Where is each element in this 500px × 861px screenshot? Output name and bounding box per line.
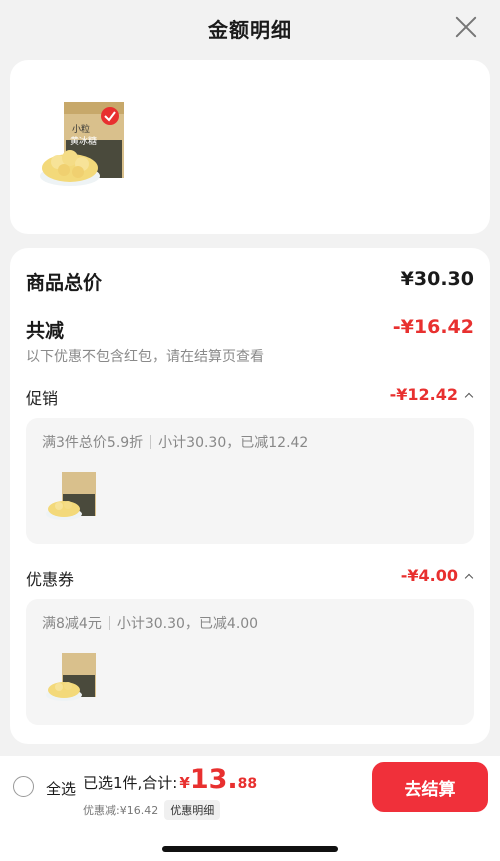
amount-detail-card: 商品总价 ¥30.30 共减 -¥16.42 以下优惠不包含红包，请在结算页查看… — [10, 248, 490, 744]
discount-text: 优惠减:¥16.42 — [83, 804, 159, 817]
product-card: 小粒 黄冰糖 ¥4.62 x3 — [10, 60, 490, 271]
promo-label: 促销 — [26, 389, 59, 408]
chevron-up-icon — [464, 573, 474, 582]
total-amount: 13. — [189, 764, 238, 795]
product-image: 小粒 黄冰糖 — [40, 102, 124, 186]
discount-detail-button[interactable]: 优惠明细 — [164, 800, 221, 820]
reduce-label: 共减 — [26, 320, 65, 342]
coupon-detail-text: 小计30.30，已减4.00 — [116, 616, 259, 632]
coupon-product-thumbnail — [46, 653, 96, 701]
checkout-button[interactable]: 去结算 — [372, 762, 488, 812]
modal-title: 金额明细 — [208, 17, 292, 42]
checkout-bar: 全选 已选1件,合计: ¥ 13. 88 优惠减:¥16.42 优惠明细 去结算 — [0, 756, 500, 861]
pack-text-line2: 黄冰糖 — [70, 135, 97, 147]
discount-summary: 优惠减:¥16.42 优惠明细 — [83, 800, 221, 820]
promo-toggle[interactable]: -¥12.42 — [389, 385, 474, 404]
selected-text: 已选1件,合计: — [83, 774, 178, 792]
promo-rule: 满3件总价5.9折 — [42, 435, 144, 451]
promo-detail: 满3件总价5.9折 小计30.30，已减12.42 — [26, 418, 474, 544]
select-all-radio[interactable] — [13, 776, 34, 797]
coupon-detail: 满8减4元 小计30.30，已减4.00 — [26, 599, 474, 725]
select-all-label[interactable]: 全选 — [46, 778, 76, 799]
home-indicator — [162, 846, 338, 852]
reduce-value: -¥16.42 — [392, 316, 474, 338]
divider — [150, 435, 152, 449]
total-label: 商品总价 — [26, 272, 103, 294]
promo-product-thumbnail — [46, 472, 96, 520]
promo-value: -¥12.42 — [389, 385, 458, 404]
total-symbol: ¥ — [179, 774, 190, 792]
coupon-label: 优惠券 — [26, 570, 75, 589]
coupon-rule: 满8减4元 — [42, 616, 102, 632]
total-decimals: 88 — [237, 776, 258, 792]
chevron-up-icon — [464, 392, 474, 401]
close-icon[interactable] — [452, 13, 480, 41]
total-value: ¥30.30 — [400, 268, 474, 290]
promo-detail-text: 小计30.30，已减12.42 — [158, 435, 309, 451]
discount-note: 以下优惠不包含红包，请在结算页查看 — [26, 349, 264, 365]
order-summary: 已选1件,合计: ¥ 13. 88 — [83, 764, 257, 795]
coupon-value: -¥4.00 — [400, 566, 458, 585]
coupon-toggle[interactable]: -¥4.00 — [400, 566, 474, 585]
modal-header: 金额明细 — [0, 0, 500, 56]
pack-text-line1: 小粒 — [72, 123, 90, 135]
divider — [108, 616, 110, 630]
